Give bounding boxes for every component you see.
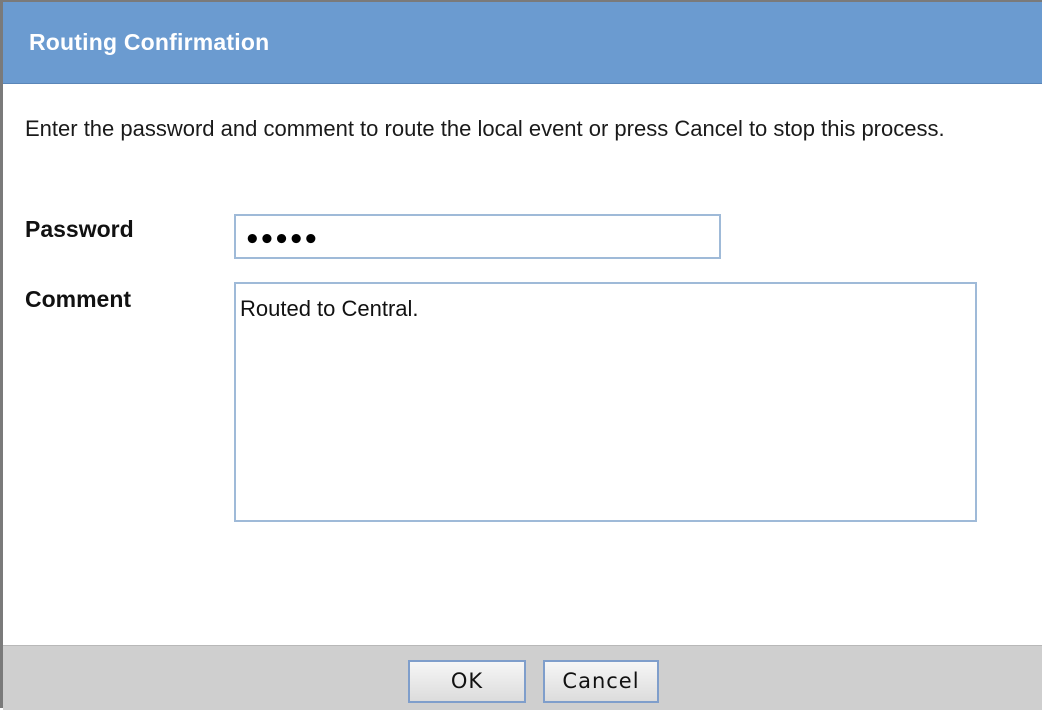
dialog-footer: OK Cancel (3, 645, 1042, 710)
password-mask: ••••• (244, 225, 319, 255)
instructions-text: Enter the password and comment to route … (25, 116, 945, 141)
dialog-title: Routing Confirmation (29, 29, 270, 55)
comment-field[interactable]: Routed to Central. (234, 282, 977, 522)
cancel-button[interactable]: Cancel (543, 660, 659, 703)
ok-button[interactable]: OK (408, 660, 526, 703)
comment-label: Comment (25, 286, 132, 312)
password-field[interactable]: ••••• (234, 214, 721, 259)
routing-confirmation-dialog: Routing Confirmation Enter the password … (0, 0, 1042, 710)
password-label: Password (25, 216, 134, 242)
dialog-titlebar: Routing Confirmation (3, 2, 1042, 84)
